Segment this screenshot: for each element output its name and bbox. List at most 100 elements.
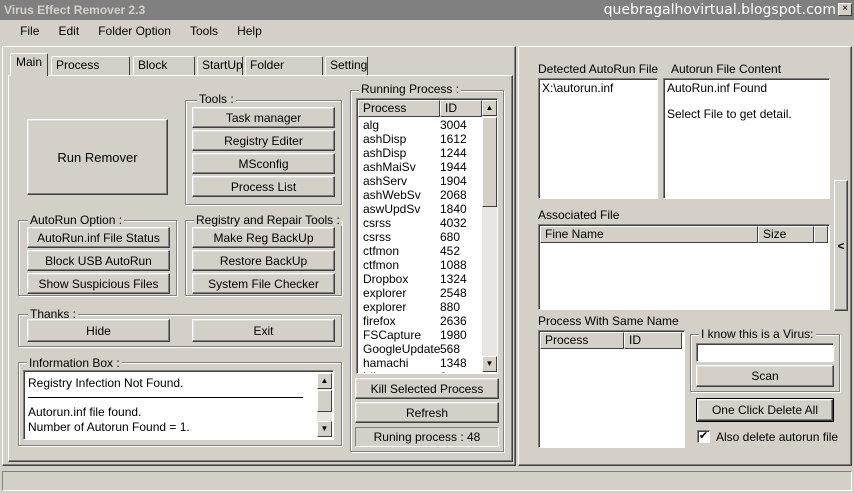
process-name: explorer: [363, 286, 407, 300]
table-row[interactable]: ctfmon 1088: [358, 258, 482, 272]
table-row[interactable]: ashMaiSv 1944: [358, 160, 482, 174]
process-name: ashServ: [363, 174, 408, 188]
table-row[interactable]: firefox 2636: [358, 314, 482, 328]
running-count: Runing process : 48: [355, 427, 499, 447]
refresh-button[interactable]: Refresh: [355, 402, 499, 423]
table-row[interactable]: Dropbox 1324: [358, 272, 482, 286]
process-id: 1840: [440, 202, 467, 216]
process-id: 680: [440, 230, 461, 244]
msconfig-button[interactable]: MSconfig: [192, 153, 335, 174]
process-name: firefox: [363, 314, 396, 328]
table-row[interactable]: ctfmon 452: [358, 244, 482, 258]
associated-file-list[interactable]: Fine Name Size: [538, 224, 830, 310]
scroll-thumb[interactable]: [317, 390, 332, 412]
autorun-content-box[interactable]: AutoRun.inf Found Select File to get det…: [663, 78, 830, 199]
process-name: Idle: [358, 370, 440, 373]
scroll-down-icon[interactable]: ▼: [482, 356, 497, 372]
process-id: 1904: [440, 174, 467, 188]
autorun-legend: AutoRun Option :: [28, 213, 125, 227]
scroll-up-icon[interactable]: ▲: [317, 373, 332, 389]
col-filler: [814, 226, 828, 243]
col-id[interactable]: ID: [440, 100, 482, 117]
table-row[interactable]: alg 3004: [358, 118, 482, 132]
process-list-button[interactable]: Process List: [192, 176, 335, 197]
process-list-header: Process ID: [358, 100, 482, 117]
process-id: 2068: [440, 188, 467, 202]
table-row[interactable]: GoogleUpdate 568: [358, 342, 482, 356]
tools-legend: Tools :: [197, 92, 236, 106]
process-name: alg: [363, 118, 380, 132]
table-row[interactable]: explorer 2548: [358, 286, 482, 300]
run-remover-button[interactable]: Run Remover: [27, 119, 168, 195]
restore-backup-button[interactable]: Restore BackUp: [192, 250, 335, 271]
collapse-panel-icon[interactable]: <: [834, 180, 848, 311]
kill-selected-process-button[interactable]: Kill Selected Process: [355, 378, 499, 399]
process-name: ctfmon: [363, 244, 400, 258]
table-row[interactable]: explorer 880: [358, 300, 482, 314]
info-scrollbar[interactable]: ▲ ▼: [317, 373, 332, 437]
process-id: 568: [440, 342, 461, 356]
process-id: 880: [440, 300, 461, 314]
process-id: 3004: [440, 118, 467, 132]
process-id: 1348: [440, 356, 467, 370]
process-listview[interactable]: Process ID alg 3004 ashDisp 1612 ashDisp 1244…: [356, 98, 498, 374]
system-file-checker-button[interactable]: System File Checker: [192, 273, 335, 294]
table-row[interactable]: FSCapture 1980: [358, 328, 482, 342]
process-name: GoogleUpdate: [363, 342, 441, 356]
col-same-id[interactable]: ID: [624, 332, 682, 349]
same-name-list[interactable]: Process ID: [538, 330, 685, 448]
info-line-3: Number of Autorun Found = 1.: [28, 420, 190, 434]
process-name: FSCapture: [363, 328, 422, 342]
scan-button[interactable]: Scan: [696, 365, 834, 387]
process-name: ashDisp: [363, 146, 407, 160]
scroll-thumb[interactable]: [482, 117, 497, 207]
task-manager-button[interactable]: Task manager: [192, 107, 335, 128]
virus-name-input[interactable]: [696, 343, 834, 362]
hide-button[interactable]: Hide: [27, 319, 170, 342]
detected-autorun-item[interactable]: X:\autorun.inf: [542, 81, 613, 95]
info-line-2: Autorun.inf file found.: [28, 405, 142, 419]
scroll-up-icon[interactable]: ▲: [482, 100, 497, 116]
autorun-content-line-1: AutoRun.inf Found: [667, 81, 768, 95]
process-name: Dropbox: [363, 272, 409, 286]
associated-file-header: Fine Name Size: [540, 226, 828, 243]
process-id: 1244: [440, 146, 467, 160]
show-suspicious-files-button[interactable]: Show Suspicious Files: [27, 273, 170, 294]
one-click-delete-all-button[interactable]: One Click Delete All: [696, 398, 834, 422]
detected-autorun-list[interactable]: X:\autorun.inf: [538, 78, 658, 199]
know-virus-legend: I know this is a Virus:: [699, 327, 816, 341]
process-name: csrss: [363, 216, 391, 230]
table-row[interactable]: csrss 4032: [358, 216, 482, 230]
process-name: aswUpdSv: [363, 202, 421, 216]
info-separator: [28, 397, 303, 398]
table-row[interactable]: ashDisp 1244: [358, 146, 482, 160]
autorun-file-status-button[interactable]: AutoRun.inf File Status: [27, 227, 170, 248]
process-id: 452: [440, 244, 461, 258]
table-row[interactable]: hamachi 1348: [358, 356, 482, 370]
col-process[interactable]: Process: [358, 100, 440, 117]
table-row[interactable]: aswUpdSv 1840: [358, 202, 482, 216]
make-reg-backup-button[interactable]: Make Reg BackUp: [192, 227, 335, 248]
registry-editor-button[interactable]: Registry Editer: [192, 130, 335, 151]
process-scrollbar[interactable]: ▲ ▼: [482, 100, 497, 372]
same-name-header: Process ID: [540, 332, 682, 349]
table-row[interactable]: ashDisp 1612: [358, 132, 482, 146]
same-name-label: Process With Same Name: [538, 314, 679, 328]
process-id: 4032: [440, 216, 467, 230]
col-size[interactable]: Size: [758, 226, 814, 243]
table-row[interactable]: ashWebSv 2068: [358, 188, 482, 202]
table-row[interactable]: Idle0: [358, 370, 482, 373]
also-delete-label: Also delete autorun file: [716, 430, 839, 444]
info-textbox[interactable]: Registry Infection Not Found. Autorun.in…: [23, 370, 334, 440]
scroll-down-icon[interactable]: ▼: [317, 421, 332, 437]
table-row[interactable]: csrss 680: [358, 230, 482, 244]
col-same-process[interactable]: Process: [540, 332, 624, 349]
process-id: 0: [440, 370, 480, 373]
process-id: 2548: [440, 286, 467, 300]
col-file-name[interactable]: Fine Name: [540, 226, 758, 243]
running-legend: Running Process :: [359, 82, 462, 96]
also-delete-checkbox[interactable]: ✔: [697, 430, 710, 443]
block-usb-autorun-button[interactable]: Block USB AutoRun: [27, 250, 170, 271]
exit-button[interactable]: Exit: [192, 319, 335, 342]
table-row[interactable]: ashServ 1904: [358, 174, 482, 188]
